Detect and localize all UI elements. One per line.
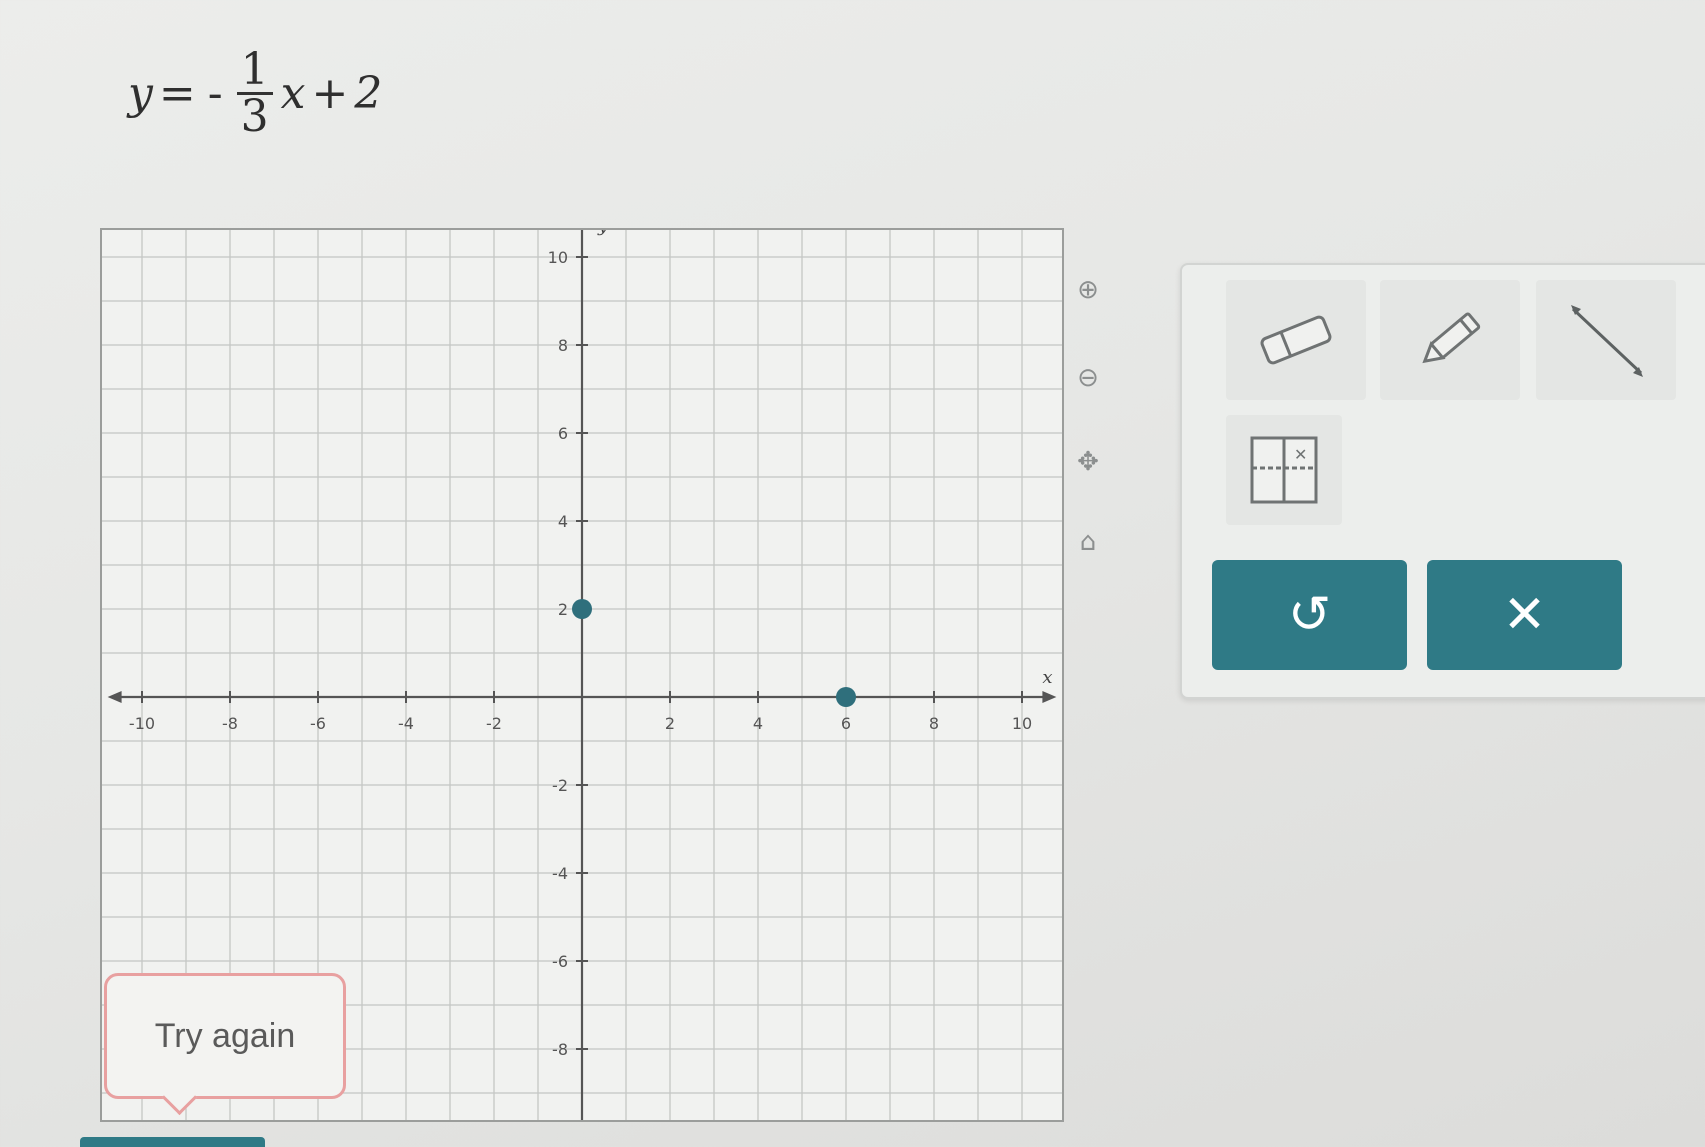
x-tick-label: -10 [129,714,155,733]
equation-fraction: 1 3 [236,47,273,142]
equation-plus: + [311,67,349,119]
table-tool[interactable]: ✕ [1226,415,1342,525]
equation-equals: = [158,67,196,119]
x-tick-label: 10 [1012,714,1032,733]
equation-sign: - [207,67,223,119]
y-tick-label: -4 [552,864,568,883]
equation-lhs: y [128,67,153,119]
zoom-out-icon[interactable]: ⊖ [1068,358,1108,398]
bottom-button-edge[interactable] [80,1137,265,1147]
zoom-in-icon[interactable]: ⊕ [1068,270,1108,310]
line-tool[interactable] [1536,280,1676,400]
undo-button[interactable]: ↺ [1212,560,1407,670]
feedback-bubble: Try again [104,973,346,1116]
x-tick-label: -4 [398,714,414,733]
pencil-icon [1422,312,1481,364]
plotted-point[interactable] [836,687,856,707]
y-tick-label: 2 [558,600,568,619]
x-tick-label: 4 [753,714,763,733]
svg-text:✕: ✕ [1294,445,1307,464]
eraser-tool[interactable] [1226,280,1366,400]
y-tick-label: 10 [548,248,568,267]
x-tick-label: -8 [222,714,238,733]
y-tick-label: 6 [558,424,568,443]
x-axis-label: x [1042,667,1052,688]
eraser-icon [1260,315,1332,365]
equation-numerator: 1 [236,47,273,95]
x-tick-label: 6 [841,714,851,733]
x-axis-arrow-right [1042,691,1057,703]
table-icon: ✕ [1250,436,1318,504]
move-icon[interactable]: ✥ [1068,442,1108,482]
equation-variable: x [280,67,306,119]
y-tick-label: -6 [552,952,568,971]
y-tick-label: 4 [558,512,568,531]
equation-denominator: 3 [240,90,269,142]
home-icon[interactable]: ⌂ [1068,522,1108,562]
feedback-message: Try again [154,1016,296,1055]
y-tick-label: -2 [552,776,568,795]
x-axis-arrow-left [107,691,122,703]
equation-constant: 2 [354,67,383,119]
y-axis-label: y [597,230,609,236]
y-tick-label: -8 [552,1040,568,1059]
line-icon [1571,305,1643,377]
clear-button[interactable]: ✕ [1427,560,1622,670]
x-tick-label: 8 [929,714,939,733]
plotted-point[interactable] [572,599,592,619]
pencil-tool[interactable] [1380,280,1520,400]
x-tick-label: -6 [310,714,326,733]
x-tick-label: 2 [665,714,675,733]
y-tick-label: 8 [558,336,568,355]
x-tick-label: -2 [486,714,502,733]
drawing-toolbox: ✕ ↺ ✕ [1180,263,1705,699]
equation: y = - 1 3 x + 2 [128,38,382,148]
